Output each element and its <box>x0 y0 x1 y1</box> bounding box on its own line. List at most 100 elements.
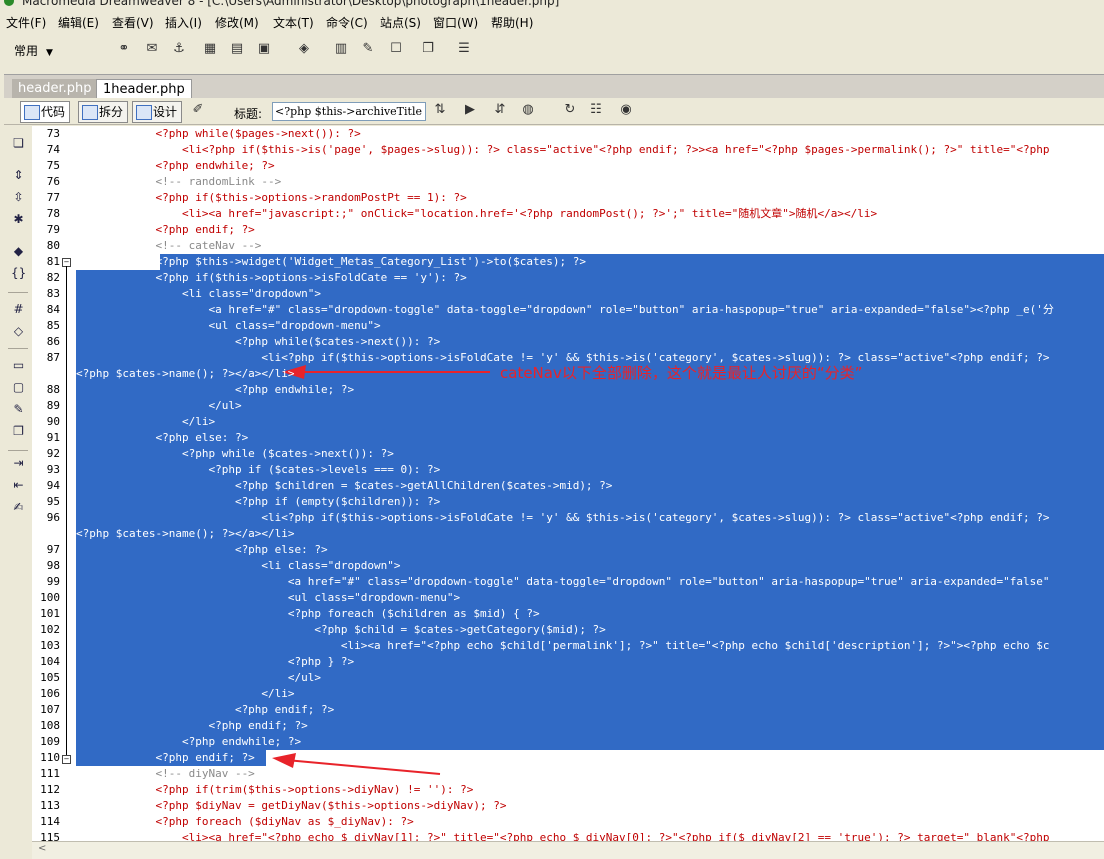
menu-modify[interactable]: 修改(M) <box>215 14 259 31</box>
balance-braces-icon[interactable]: {} <box>11 266 26 281</box>
tab-1header-php[interactable]: 1header.php <box>96 79 192 100</box>
code-line[interactable]: <ul class="dropdown-menu"> <box>76 318 380 334</box>
code-line[interactable]: <?php endif; ?> <box>76 750 254 766</box>
design-view-button[interactable]: 设计 <box>132 101 183 123</box>
title-input[interactable]: <?php $this->archiveTitle <box>272 102 426 121</box>
code-line[interactable]: <?php foreach ($diyNav as $_diyNav): ?> <box>76 814 413 830</box>
comment-icon[interactable]: ✎ <box>360 41 376 57</box>
menu-help[interactable]: 帮助(H) <box>491 14 533 31</box>
code-line[interactable]: <?php if (empty($children)): ?> <box>76 494 440 510</box>
code-line[interactable]: <!-- randomLink --> <box>76 174 281 190</box>
code-line[interactable]: <li><a href="javascript:;" onClick="loca… <box>76 206 877 222</box>
menu-file[interactable]: 文件(F) <box>6 14 46 31</box>
scroll-left-icon[interactable]: < <box>38 843 46 854</box>
live-data-icon[interactable]: ✐ <box>190 102 206 118</box>
refresh-design-icon[interactable]: ⇵ <box>492 102 508 118</box>
code-line[interactable]: <?php while($cates->next()): ?> <box>76 334 440 350</box>
format-source-icon[interactable]: ✍ <box>11 500 26 515</box>
collapse-selection-icon[interactable]: ⇳ <box>11 190 26 205</box>
media-icon[interactable]: ◈ <box>296 41 312 57</box>
expand-all-icon[interactable]: ✱ <box>11 212 26 227</box>
code-line[interactable]: <li<?php if($this->options->isFoldCate !… <box>76 510 1049 526</box>
indent-icon[interactable]: ⇥ <box>11 456 26 471</box>
select-parent-tag-icon[interactable]: ◆ <box>11 244 26 259</box>
recent-snippets-icon[interactable]: ❐ <box>11 424 26 439</box>
code-line[interactable]: <a href="#" class="dropdown-toggle" data… <box>76 574 1050 590</box>
collapse-marker-icon[interactable]: − <box>62 755 71 764</box>
template-icon[interactable]: ❐ <box>420 41 436 57</box>
code-line[interactable]: </li> <box>76 414 215 430</box>
hyperlink-icon[interactable]: ⚭ <box>116 41 132 57</box>
chat-icon[interactable]: ☐ <box>388 41 404 57</box>
code-line[interactable]: <?php $children = $cates->getAllChildren… <box>76 478 613 494</box>
code-line[interactable]: <?php if ($cates->levels === 0): ?> <box>76 462 440 478</box>
preview-icon[interactable]: ▶ <box>462 102 478 118</box>
open-documents-icon[interactable]: ❏ <box>11 136 26 151</box>
highlight-invalid-icon[interactable]: ◇ <box>11 324 26 339</box>
code-line[interactable]: <li<?php if($this->is('page', $pages->sl… <box>76 142 1050 158</box>
code-line[interactable]: <?php else: ?> <box>76 542 328 558</box>
menu-commands[interactable]: 命令(C) <box>326 14 368 31</box>
code-line[interactable]: <li class="dropdown"> <box>76 558 400 574</box>
code-line[interactable]: <?php if(trim($this->options->diyNav) !=… <box>76 782 473 798</box>
code-line[interactable]: <!-- diyNav --> <box>76 766 254 782</box>
code-line[interactable]: <li><a href="<?php echo $child['permalin… <box>76 638 1050 654</box>
code-line[interactable]: <?php $this->widget('Widget_Metas_Catego… <box>76 254 585 270</box>
menu-window[interactable]: 窗口(W) <box>433 14 478 31</box>
tag-chooser-icon[interactable]: ☰ <box>456 41 472 57</box>
code-line[interactable]: <?php endwhile; ?> <box>76 382 354 398</box>
table-icon[interactable]: ▦ <box>202 41 218 57</box>
code-line[interactable]: <li<?php if($this->options->isFoldCate !… <box>76 350 1049 366</box>
menu-text[interactable]: 文本(T) <box>273 14 314 31</box>
browser-icon[interactable]: ◍ <box>520 102 536 118</box>
code-line[interactable]: <?php $diyNav = getDiyNav($this->options… <box>76 798 506 814</box>
code-line[interactable]: <?php endwhile; ?> <box>76 158 274 174</box>
menu-view[interactable]: 查看(V) <box>112 14 154 31</box>
code-line[interactable]: <?php else: ?> <box>76 430 248 446</box>
file-management-icon[interactable]: ⇅ <box>432 102 448 118</box>
line-numbers-icon[interactable]: # <box>11 302 26 317</box>
code-line[interactable]: <li class="dropdown"> <box>76 286 321 302</box>
view-options-icon[interactable]: ☷ <box>588 102 604 118</box>
image-icon[interactable]: ▣ <box>256 41 272 57</box>
code-line[interactable]: <?php while($pages->next()): ?> <box>76 126 360 142</box>
code-line[interactable]: </ul> <box>76 398 241 414</box>
code-line[interactable]: </ul> <box>76 670 321 686</box>
code-line[interactable]: <?php $cates->name(); ?></a></li> <box>76 526 295 542</box>
code-editor[interactable]: cateNav以下全部删除，这个就是最让人讨厌的“分类” <?php while… <box>60 126 1104 841</box>
visual-aids-icon[interactable]: ◉ <box>618 102 634 118</box>
code-line[interactable]: <?php } ?> <box>76 654 354 670</box>
layer-icon[interactable]: ▤ <box>229 41 245 57</box>
code-line[interactable]: <?php endif; ?> <box>76 702 334 718</box>
code-view-button[interactable]: 代码 <box>20 101 71 123</box>
collapse-tag-icon[interactable]: ⇕ <box>11 168 26 183</box>
code-line[interactable]: </li> <box>76 686 294 702</box>
apply-comment-icon[interactable]: ▭ <box>11 358 26 373</box>
code-line[interactable]: <?php $cates->name(); ?></a></li> <box>76 366 295 382</box>
code-line[interactable]: <a href="#" class="dropdown-toggle" data… <box>76 302 1053 318</box>
split-view-button[interactable]: 拆分 <box>78 101 129 123</box>
code-line[interactable]: <li><a href="<?php echo $_diyNav[1]; ?>"… <box>76 830 1050 841</box>
refresh-icon[interactable]: ↻ <box>562 102 578 118</box>
code-line[interactable]: <?php endwhile; ?> <box>76 734 301 750</box>
code-line[interactable]: <?php endif; ?> <box>76 222 254 238</box>
date-icon[interactable]: ▥ <box>333 41 349 57</box>
menu-site[interactable]: 站点(S) <box>380 14 421 31</box>
email-link-icon[interactable]: ✉ <box>144 41 160 57</box>
code-line[interactable]: <?php if($this->options->randomPostPt ==… <box>76 190 466 206</box>
code-line[interactable]: <?php if($this->options->isFoldCate == '… <box>76 270 466 286</box>
code-line[interactable]: <?php foreach ($children as $mid) { ?> <box>76 606 540 622</box>
outdent-icon[interactable]: ⇤ <box>11 478 26 493</box>
wrap-tag-icon[interactable]: ✎ <box>11 402 26 417</box>
remove-comment-icon[interactable]: ▢ <box>11 380 26 395</box>
code-line[interactable]: <!-- cateNav --> <box>76 238 261 254</box>
menu-insert[interactable]: 插入(I) <box>165 14 202 31</box>
code-line[interactable]: <ul class="dropdown-menu"> <box>76 590 460 606</box>
code-line[interactable]: <?php $child = $cates->getCategory($mid)… <box>76 622 605 638</box>
horizontal-scrollbar[interactable]: < <box>32 841 1104 859</box>
code-line[interactable]: <?php endif; ?> <box>76 718 307 734</box>
tab-header-php[interactable]: header.php <box>12 79 98 99</box>
code-line[interactable]: <?php while ($cates->next()): ?> <box>76 446 394 462</box>
category-dropdown[interactable]: 常用 ▼ <box>14 42 53 59</box>
menu-edit[interactable]: 编辑(E) <box>58 14 99 31</box>
